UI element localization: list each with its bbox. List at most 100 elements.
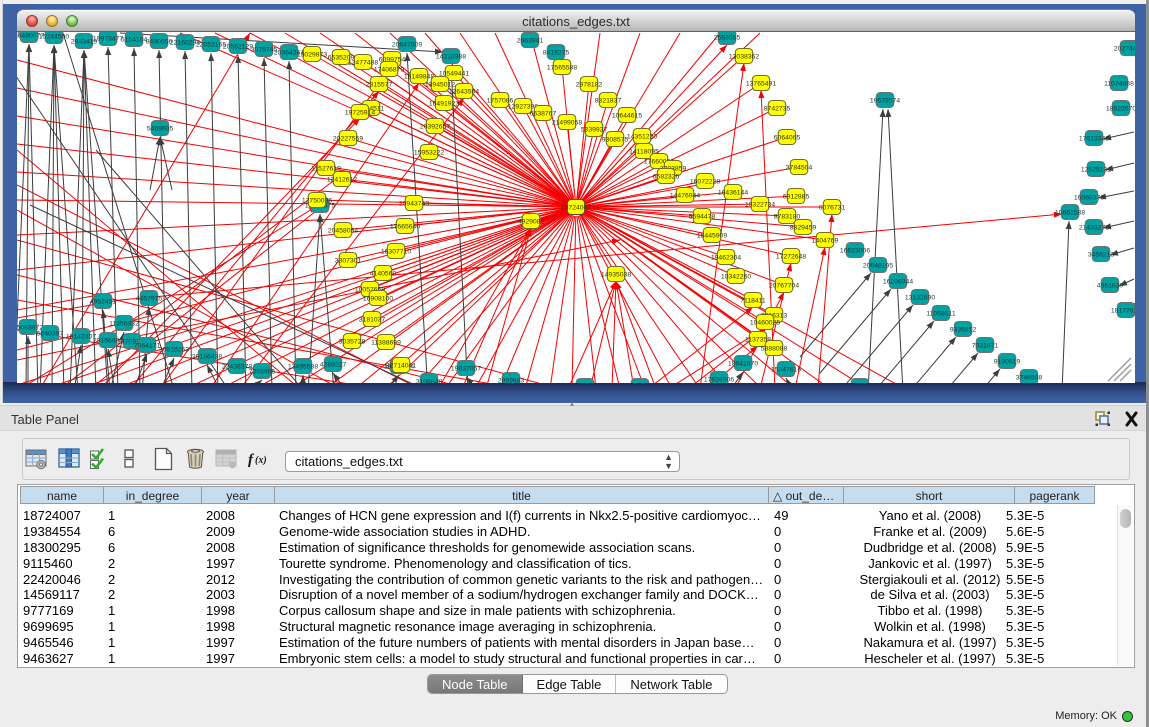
svg-text:6076731: 6076731 — [819, 205, 846, 212]
svg-text:7031971: 7031971 — [972, 343, 999, 350]
svg-text:13945012: 13945012 — [425, 82, 455, 89]
svg-text:7303905: 7303905 — [249, 369, 276, 376]
svg-text:13495588: 13495588 — [288, 364, 318, 371]
svg-text:6582326: 6582326 — [653, 174, 680, 181]
svg-text:16491923: 16491923 — [429, 101, 459, 108]
svg-text:3181037: 3181037 — [359, 317, 386, 324]
svg-text:8829459: 8829459 — [790, 225, 817, 232]
svg-text:9190519: 9190519 — [994, 359, 1021, 366]
svg-text:14935038: 14935038 — [601, 272, 631, 279]
svg-text:4269227: 4269227 — [320, 362, 347, 369]
svg-text:15244500: 15244500 — [39, 34, 69, 41]
svg-text:10460025: 10460025 — [750, 320, 780, 327]
svg-text:18622670: 18622670 — [1106, 106, 1135, 113]
svg-text:(x): (x) — [255, 455, 267, 466]
svg-text:5888088: 5888088 — [761, 346, 788, 353]
svg-text:21433273: 21433273 — [1079, 225, 1109, 232]
svg-text:20392657: 20392657 — [420, 124, 450, 131]
svg-text:19678574: 19678574 — [870, 98, 900, 105]
svg-text:4929082: 4929082 — [518, 219, 545, 226]
svg-text:2315577: 2315577 — [366, 82, 393, 89]
svg-text:20274461: 20274461 — [1114, 46, 1135, 53]
svg-text:3784504: 3784504 — [786, 165, 813, 172]
svg-text:2999883: 2999883 — [498, 378, 525, 384]
svg-text:4961630: 4961630 — [1097, 283, 1124, 290]
svg-text:12412612: 12412612 — [327, 177, 357, 184]
svg-text:17272648: 17272648 — [776, 254, 806, 261]
svg-text:12643564: 12643564 — [449, 89, 479, 96]
svg-text:8418275: 8418275 — [543, 50, 570, 57]
svg-text:11350932: 11350932 — [109, 321, 139, 328]
svg-text:10342260: 10342260 — [721, 274, 751, 281]
svg-text:10661588: 10661588 — [1055, 210, 1085, 217]
svg-text:5154104: 5154104 — [121, 37, 148, 44]
svg-text:3456213: 3456213 — [1088, 252, 1115, 259]
svg-text:15445909: 15445909 — [697, 233, 727, 240]
svg-text:3035728: 3035728 — [339, 339, 366, 346]
svg-text:4952451: 4952451 — [90, 299, 117, 306]
svg-text:20227559: 20227559 — [333, 136, 363, 143]
svg-text:3307301: 3307301 — [335, 258, 362, 265]
svg-text:14476944: 14476944 — [670, 193, 700, 200]
svg-text:19462304: 19462304 — [711, 255, 741, 262]
svg-text:13132690: 13132690 — [905, 295, 935, 302]
svg-text:5339937: 5339937 — [581, 127, 608, 134]
svg-text:5840397: 5840397 — [37, 331, 64, 338]
svg-text:5468605: 5468605 — [147, 126, 174, 133]
svg-text:f: f — [248, 452, 255, 468]
svg-text:17656906: 17656906 — [704, 377, 734, 384]
svg-text:6064065: 6064065 — [774, 135, 801, 142]
svg-text:16060376: 16060376 — [1074, 195, 1104, 202]
svg-text:9308575: 9308575 — [602, 137, 629, 144]
svg-text:20458054: 20458054 — [328, 228, 358, 235]
svg-text:21499058: 21499058 — [552, 120, 582, 127]
svg-text:2563055: 2563055 — [714, 35, 741, 42]
svg-text:9335812: 9335812 — [950, 327, 977, 334]
svg-text:19973477: 19973477 — [93, 36, 123, 43]
svg-text:20943743: 20943743 — [399, 201, 429, 208]
svg-text:22438378: 22438378 — [222, 364, 252, 371]
svg-text:11388699: 11388699 — [371, 340, 401, 347]
svg-text:18724007: 18724007 — [561, 205, 591, 212]
svg-text:16307710: 16307710 — [381, 249, 411, 256]
svg-text:20648195: 20648195 — [863, 263, 893, 270]
svg-text:3746598: 3746598 — [1016, 375, 1043, 382]
svg-text:14310388: 14310388 — [436, 54, 466, 61]
svg-text:17406879: 17406879 — [374, 67, 404, 74]
svg-text:7118411: 7118411 — [740, 298, 766, 305]
svg-text:12750036: 12750036 — [302, 198, 332, 205]
svg-text:19142407: 19142407 — [66, 334, 96, 341]
svg-text:13038362: 13038362 — [729, 54, 759, 61]
svg-text:1404769: 1404769 — [812, 238, 839, 245]
svg-text:15149848: 15149848 — [404, 74, 434, 81]
svg-text:18841570: 18841570 — [728, 361, 758, 368]
svg-text:17613348: 17613348 — [1079, 136, 1109, 143]
svg-text:6638767: 6638767 — [530, 111, 557, 118]
svg-text:10322734: 10322734 — [745, 202, 775, 209]
svg-text:4457975: 4457975 — [136, 296, 163, 303]
svg-text:8742735: 8742735 — [764, 106, 791, 113]
svg-text:15029873: 15029873 — [297, 52, 327, 59]
svg-text:15953222: 15953222 — [414, 150, 444, 157]
svg-text:17665640: 17665640 — [390, 224, 420, 231]
svg-text:11074688: 11074688 — [1104, 81, 1134, 88]
svg-text:14351230: 14351230 — [627, 134, 657, 141]
svg-text:3106848: 3106848 — [416, 379, 443, 384]
svg-text:22714041: 22714041 — [386, 363, 416, 370]
svg-text:12525131: 12525131 — [1081, 167, 1111, 174]
svg-text:17565588: 17565588 — [547, 65, 577, 72]
svg-text:11058511: 11058511 — [926, 311, 955, 318]
svg-text:8321837: 8321837 — [595, 98, 622, 105]
svg-text:13765491: 13765491 — [746, 81, 776, 88]
svg-text:18177615: 18177615 — [1111, 308, 1135, 315]
svg-text:20166438: 20166438 — [192, 354, 222, 361]
svg-text:20515263: 20515263 — [159, 347, 189, 354]
svg-text:16206344: 16206344 — [883, 279, 913, 286]
svg-text:2978182: 2978182 — [576, 82, 603, 89]
svg-text:7064171: 7064171 — [134, 343, 161, 350]
svg-text:12477488: 12477488 — [348, 60, 378, 67]
svg-text:6912885: 6912885 — [783, 194, 810, 201]
svg-text:16072228: 16072228 — [690, 179, 720, 186]
svg-text:16908100: 16908100 — [363, 296, 393, 303]
svg-text:15347616: 15347616 — [771, 367, 801, 374]
